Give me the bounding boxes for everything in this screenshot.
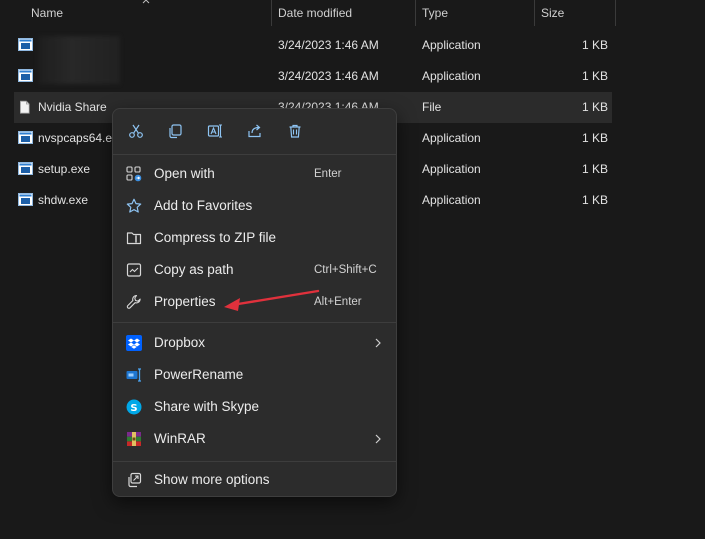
file-name: Nvidia Share (38, 100, 107, 114)
column-separator[interactable] (415, 0, 416, 26)
exe-icon (18, 69, 33, 82)
wrench-icon (126, 294, 141, 309)
menu-item-compress-zip[interactable]: Compress to ZIP file (119, 223, 390, 253)
column-header-bar: Name Date modified Type Size (0, 0, 705, 26)
rename-icon (207, 124, 222, 138)
delete-icon (289, 124, 301, 138)
file-type: Application (422, 162, 481, 176)
exe-icon (18, 38, 33, 51)
column-header-size[interactable]: Size (541, 0, 564, 26)
menu-item-copy-as-path[interactable]: Copy as path Ctrl+Shift+C (119, 255, 390, 285)
zip-folder-icon (126, 232, 142, 245)
menu-item-label: Dropbox (154, 335, 206, 350)
menu-item-powerrename[interactable]: PowerRename (119, 360, 390, 390)
context-menu: Open with Enter Add to Favorites Compres… (112, 108, 397, 497)
column-separator[interactable] (534, 0, 535, 26)
redacted-filename-blur (38, 36, 120, 84)
quick-action-bar (113, 109, 396, 153)
chevron-right-icon (375, 434, 381, 444)
menu-item-winrar[interactable]: WinRAR (119, 424, 390, 454)
file-size: 1 KB (581, 38, 608, 52)
menu-item-properties[interactable]: Properties Alt+Enter (119, 287, 390, 317)
menu-item-label: Properties (154, 294, 216, 309)
menu-item-label: PowerRename (154, 367, 244, 382)
menu-item-shortcut: Ctrl+Shift+C (314, 264, 377, 276)
file-date: 3/24/2023 1:46 AM (278, 38, 379, 52)
column-separator[interactable] (615, 0, 616, 26)
menu-divider (113, 154, 396, 155)
share-button[interactable] (242, 119, 268, 143)
column-header-date[interactable]: Date modified (278, 0, 352, 26)
exe-icon (18, 162, 33, 175)
menu-item-share-with-skype[interactable]: S Share with Skype (119, 392, 390, 422)
file-type: Application (422, 69, 481, 83)
file-name: setup.exe (38, 162, 91, 176)
winrar-icon (127, 432, 141, 446)
dropbox-icon (126, 335, 142, 351)
cut-icon (129, 124, 143, 138)
menu-divider (113, 322, 396, 323)
chevron-right-icon (375, 338, 381, 348)
file-icon (20, 100, 30, 114)
cut-button[interactable] (123, 119, 149, 143)
powerrename-icon (126, 368, 141, 382)
copy-button[interactable] (162, 119, 188, 143)
file-type: Application (422, 38, 481, 52)
file-type: Application (422, 193, 481, 207)
open-with-icon (126, 166, 142, 182)
copy-path-icon (126, 263, 142, 277)
share-icon (248, 124, 261, 138)
file-date: 3/24/2023 1:46 AM (278, 69, 379, 83)
column-header-type[interactable]: Type (422, 0, 448, 26)
show-more-icon (128, 472, 142, 488)
menu-item-label: Share with Skype (154, 399, 260, 414)
star-icon (126, 198, 142, 213)
svg-text:S: S (130, 403, 137, 414)
column-header-name[interactable]: Name (31, 0, 63, 26)
menu-item-add-to-favorites[interactable]: Add to Favorites (119, 191, 390, 221)
menu-item-show-more-options[interactable]: Show more options (119, 465, 390, 495)
rename-button[interactable] (202, 119, 228, 143)
menu-item-label: WinRAR (154, 431, 206, 446)
file-name: nvspcaps64.ex (38, 131, 119, 145)
file-size: 1 KB (581, 131, 608, 145)
menu-item-label: Open with (154, 166, 215, 181)
file-type: Application (422, 131, 481, 145)
copy-icon (169, 124, 182, 139)
menu-item-dropbox[interactable]: Dropbox (119, 328, 390, 358)
file-name: shdw.exe (38, 193, 89, 207)
sort-ascending-icon (142, 0, 150, 4)
delete-button[interactable] (282, 119, 308, 143)
exe-icon (18, 193, 33, 206)
menu-item-label: Show more options (154, 472, 270, 487)
file-size: 1 KB (581, 162, 608, 176)
menu-item-label: Copy as path (154, 262, 234, 277)
menu-item-open-with[interactable]: Open with Enter (119, 159, 390, 189)
file-size: 1 KB (581, 193, 608, 207)
file-size: 1 KB (581, 69, 608, 83)
file-size: 1 KB (581, 100, 608, 114)
file-type: File (422, 100, 442, 114)
exe-icon (18, 131, 33, 144)
menu-item-label: Compress to ZIP file (154, 230, 277, 245)
menu-item-label: Add to Favorites (154, 198, 253, 213)
menu-item-shortcut: Enter (314, 168, 342, 180)
menu-divider (113, 461, 396, 462)
skype-icon: S (126, 399, 142, 415)
column-separator[interactable] (271, 0, 272, 26)
menu-item-shortcut: Alt+Enter (314, 296, 362, 308)
